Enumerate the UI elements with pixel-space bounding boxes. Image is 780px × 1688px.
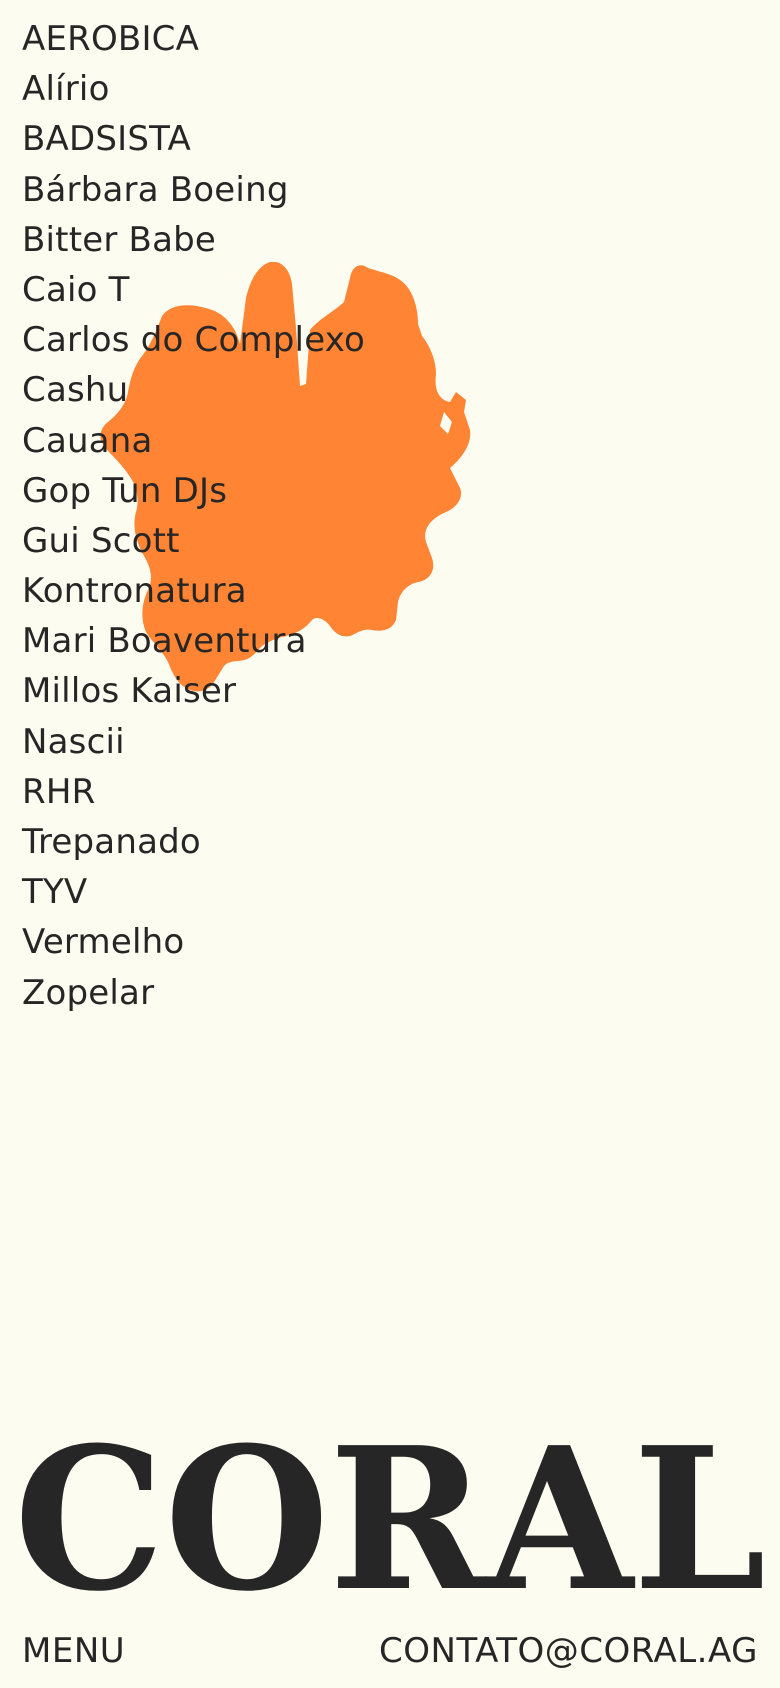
artist-link[interactable]: TYV <box>22 867 365 917</box>
artist-link[interactable]: Nascii <box>22 717 365 767</box>
artist-link[interactable]: Bitter Babe <box>22 215 365 265</box>
artist-link[interactable]: Kontronatura <box>22 566 365 616</box>
artist-link[interactable]: BADSISTA <box>22 114 365 164</box>
logo-wordmark: CORAL <box>14 1440 766 1610</box>
menu-button[interactable]: MENU <box>22 1626 125 1676</box>
artist-link[interactable]: Millos Kaiser <box>22 666 365 716</box>
artist-link[interactable]: AEROBICA <box>22 14 365 64</box>
artist-link[interactable]: Cauana <box>22 416 365 466</box>
artist-link[interactable]: Carlos do Complexo <box>22 315 365 365</box>
artist-link[interactable]: Trepanado <box>22 817 365 867</box>
artist-link[interactable]: RHR <box>22 767 365 817</box>
artist-link[interactable]: Mari Boaventura <box>22 616 365 666</box>
artist-link[interactable]: Zopelar <box>22 968 365 1018</box>
artist-link[interactable]: Caio T <box>22 265 365 315</box>
artist-link[interactable]: Gop Tun DJs <box>22 466 365 516</box>
artist-link[interactable]: Cashu <box>22 365 365 415</box>
artist-link[interactable]: Alírio <box>22 64 365 114</box>
contact-email-link[interactable]: CONTATO@CORAL.AG <box>379 1626 758 1676</box>
artist-link[interactable]: Vermelho <box>22 917 365 967</box>
artist-link[interactable]: Gui Scott <box>22 516 365 566</box>
coral-logo[interactable]: CORAL <box>14 1440 766 1610</box>
artist-link[interactable]: Bárbara Boeing <box>22 165 365 215</box>
artist-list: AEROBICA Alírio BADSISTA Bárbara Boeing Bitt… <box>22 14 365 1018</box>
